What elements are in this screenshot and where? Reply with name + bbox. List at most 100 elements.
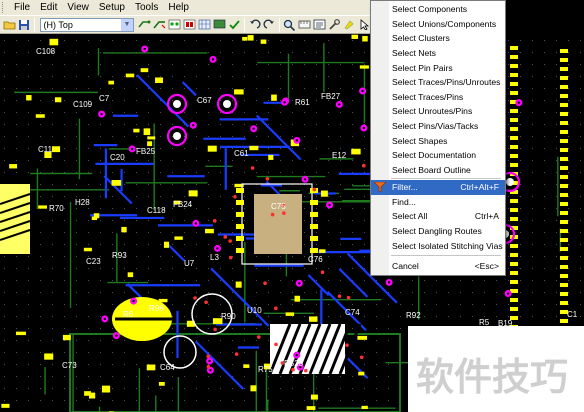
smd-pad (108, 80, 114, 85)
smd-pad (9, 164, 18, 169)
chevron-down-icon[interactable]: ▼ (121, 18, 133, 31)
grid-dot (76, 388, 77, 389)
grid-dot (16, 340, 17, 341)
grid-dot (472, 292, 473, 293)
grid-dot (160, 148, 161, 149)
grid-dot (112, 292, 113, 293)
smd-pad (188, 190, 198, 197)
grid-dot (196, 364, 197, 365)
smd-pad (560, 175, 568, 179)
menu-tools[interactable]: Tools (130, 1, 163, 15)
properties-icon[interactable] (313, 17, 326, 32)
ref-designator: C7 (99, 94, 110, 103)
grid-dot (112, 40, 113, 41)
grid-dot (76, 208, 77, 209)
grid-dot (340, 232, 341, 233)
layer-select[interactable]: (H) Top ▼ (39, 17, 134, 32)
grid-dot (520, 232, 521, 233)
menu-item-select-board-outline[interactable]: Select Board Outline (371, 163, 505, 178)
grid-dot (184, 376, 185, 377)
menu-item-select-isolated-stitching-vias[interactable]: Select Isolated Stitching Vias (371, 238, 505, 253)
drc-icon[interactable] (228, 17, 241, 32)
menu-setup[interactable]: Setup (94, 1, 130, 15)
grid-dot (244, 352, 245, 353)
menu-item-select-shapes[interactable]: Select Shapes (371, 133, 505, 148)
menu-item-select-traces-pins-unroutes[interactable]: Select Traces/Pins/Unroutes (371, 75, 505, 90)
grid-dot (304, 124, 305, 125)
grid-dot (160, 124, 161, 125)
display-icon[interactable] (213, 17, 226, 32)
grid-dot (112, 400, 113, 401)
open-folder-icon[interactable] (3, 17, 16, 32)
menu-item-select-dangling-routes[interactable]: Select Dangling Routes (371, 224, 505, 239)
undo-icon[interactable] (248, 17, 261, 32)
grid-dot (88, 148, 89, 149)
add-route-icon[interactable] (153, 17, 166, 32)
save-icon[interactable] (18, 17, 31, 32)
menu-item-select-nets[interactable]: Select Nets (371, 46, 505, 61)
highlight-icon[interactable] (343, 17, 356, 32)
grid-dot (16, 316, 17, 317)
grid-dot (28, 328, 29, 329)
grid-dot (544, 220, 545, 221)
route-icon[interactable] (138, 17, 151, 32)
grid-dot (208, 376, 209, 377)
menu-item-select-unroutes-pins[interactable]: Select Unroutes/Pins (371, 104, 505, 119)
grid-dot (208, 244, 209, 245)
zoom-icon[interactable] (283, 17, 296, 32)
menu-item-select-all[interactable]: Select All Ctrl+A (371, 209, 505, 224)
grid-dot (556, 280, 557, 281)
grid-dot (28, 76, 29, 77)
grid-dot (100, 88, 101, 89)
menu-file[interactable]: File (9, 1, 35, 15)
grid-dot (220, 388, 221, 389)
smd-pad (560, 49, 568, 53)
grid-dot (136, 280, 137, 281)
vias-icon[interactable] (168, 17, 181, 32)
grid-dot (268, 40, 269, 41)
menu-item-cancel[interactable]: Cancel <Esc> (371, 259, 505, 274)
grid-dot (364, 340, 365, 341)
grid-dot (340, 64, 341, 65)
menu-item-select-traces-pins[interactable]: Select Traces/Pins (371, 90, 505, 105)
menu-item-select-components[interactable]: Select Components (371, 2, 505, 17)
grid-dot (208, 400, 209, 401)
menu-item-filter[interactable]: Filter... Ctrl+Alt+F (371, 180, 505, 195)
menu-item-select-clusters[interactable]: Select Clusters (371, 31, 505, 46)
grid-dot (232, 184, 233, 185)
grid-dot (232, 232, 233, 233)
grid-dot (580, 304, 581, 305)
grid-dot (352, 40, 353, 41)
grid-dot (52, 244, 53, 245)
menu-help[interactable]: Help (163, 1, 194, 15)
tools-icon[interactable] (328, 17, 341, 32)
menu-item-select-pins-vias-tacks[interactable]: Select Pins/Vias/Tacks (371, 119, 505, 134)
grid-dot (232, 220, 233, 221)
smd-pad (359, 65, 369, 69)
grid-dot (292, 40, 293, 41)
grid-dot (196, 256, 197, 257)
ref-designator: C118 (147, 206, 166, 215)
grid-dot (520, 292, 521, 293)
measure-icon[interactable] (298, 17, 311, 32)
menu-edit[interactable]: Edit (35, 1, 62, 15)
menu-item-find[interactable]: Find... (371, 195, 505, 210)
menu-view[interactable]: View (62, 1, 94, 15)
redo-icon[interactable] (263, 17, 276, 32)
grid-icon[interactable] (198, 17, 211, 32)
grid-dot (364, 352, 365, 353)
grid-dot (52, 196, 53, 197)
grid-dot (280, 304, 281, 305)
grid-dot (88, 232, 89, 233)
grid-dot (304, 388, 305, 389)
menu-item-select-unions-components[interactable]: Select Unions/Components (371, 17, 505, 32)
grid-dot (100, 352, 101, 353)
menu-item-select-documentation[interactable]: Select Documentation (371, 148, 505, 163)
grid-dot (544, 76, 545, 77)
pads-icon[interactable] (183, 17, 196, 32)
grid-dot (244, 124, 245, 125)
grid-dot (232, 244, 233, 245)
grid-dot (184, 256, 185, 257)
toolbar-separator (244, 17, 245, 32)
menu-item-select-pin-pairs[interactable]: Select Pin Pairs (371, 60, 505, 75)
